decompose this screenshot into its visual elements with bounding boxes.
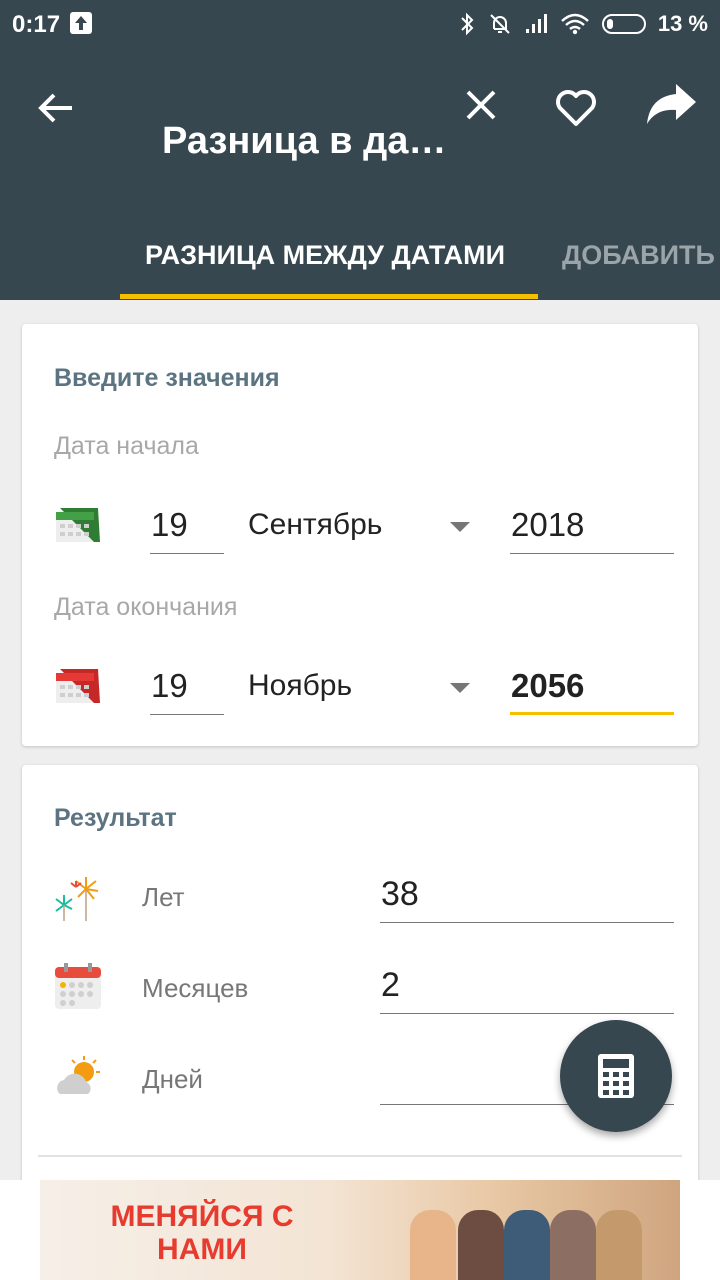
status-time: 0:17 xyxy=(12,11,61,38)
end-date-label: Дата окончания xyxy=(54,593,238,621)
input-card: Введите значения Дата начала 19 Сентябрь… xyxy=(22,324,698,746)
ad-image xyxy=(504,1210,550,1280)
tab-bar: РАЗНИЦА МЕЖДУ ДАТАМИ ДОБАВИТЬ ДНИ xyxy=(0,228,720,300)
bluetooth-icon xyxy=(461,12,474,36)
years-label: Лет xyxy=(142,882,185,912)
start-month-select[interactable]: Сентябрь xyxy=(248,508,470,556)
start-date-label: Дата начала xyxy=(54,432,199,460)
months-label: Месяцев xyxy=(142,973,249,1003)
heart-icon xyxy=(556,90,596,126)
tab-date-difference[interactable]: РАЗНИЦА МЕЖДУ ДАТАМИ xyxy=(145,240,505,271)
share-button[interactable] xyxy=(644,80,698,130)
ad-image xyxy=(550,1210,596,1280)
app-bar: Разница в да… РАЗНИЦА МЕЖДУ ДАТАМИ ДОБАВ… xyxy=(0,50,720,300)
end-day-input[interactable]: 19 xyxy=(150,667,224,715)
wifi-icon xyxy=(560,13,589,35)
close-icon xyxy=(466,90,496,120)
status-icons: 13 % xyxy=(458,11,708,37)
years-value: 38 xyxy=(380,875,674,923)
share-icon xyxy=(647,84,696,124)
favorite-button[interactable] xyxy=(550,80,602,132)
upload-notification-icon xyxy=(70,12,92,34)
calendar-green-icon xyxy=(56,508,100,542)
dropdown-arrow-icon xyxy=(450,683,470,693)
end-month-value: Ноябрь xyxy=(248,669,353,702)
result-card-title: Результат xyxy=(54,804,177,832)
calendar-red-icon xyxy=(56,669,100,703)
end-year-input[interactable]: 2056 xyxy=(510,667,674,715)
battery-icon xyxy=(601,14,646,34)
days-label: Дней xyxy=(142,1064,203,1094)
tab-add-days[interactable]: ДОБАВИТЬ ДНИ xyxy=(562,240,720,271)
tab-indicator xyxy=(120,294,538,299)
back-arrow-icon xyxy=(38,93,72,123)
close-button[interactable] xyxy=(458,82,504,128)
ad-image xyxy=(596,1210,642,1280)
signal-icon xyxy=(525,14,547,33)
input-card-title: Введите значения xyxy=(54,364,280,392)
ad-banner[interactable]: МЕНЯЙСЯ С НАМИ xyxy=(40,1180,680,1280)
ad-image xyxy=(410,1210,456,1280)
dropdown-arrow-icon xyxy=(450,522,470,532)
calendar-grid-icon xyxy=(55,963,101,1009)
status-bar: 0:17 13 % xyxy=(0,0,720,50)
fireworks-icon xyxy=(55,877,99,921)
calculate-fab-button[interactable] xyxy=(560,1020,672,1132)
start-year-input[interactable]: 2018 xyxy=(510,506,674,554)
page-title: Разница в да… xyxy=(162,120,447,162)
divider xyxy=(38,1155,682,1157)
ad-area: МЕНЯЙСЯ С НАМИ xyxy=(0,1180,720,1280)
mute-icon xyxy=(490,14,510,34)
back-button[interactable] xyxy=(32,84,80,132)
battery-level: 13 % xyxy=(657,11,708,36)
ad-text: МЕНЯЙСЯ С НАМИ xyxy=(110,1200,294,1266)
ad-image xyxy=(458,1210,504,1280)
calculator-icon xyxy=(598,1054,634,1098)
end-month-select[interactable]: Ноябрь xyxy=(248,669,470,717)
start-day-input[interactable]: 19 xyxy=(150,506,224,554)
start-month-value: Сентябрь xyxy=(248,508,383,541)
months-value: 2 xyxy=(380,966,674,1014)
sun-cloud-icon xyxy=(57,1056,100,1094)
